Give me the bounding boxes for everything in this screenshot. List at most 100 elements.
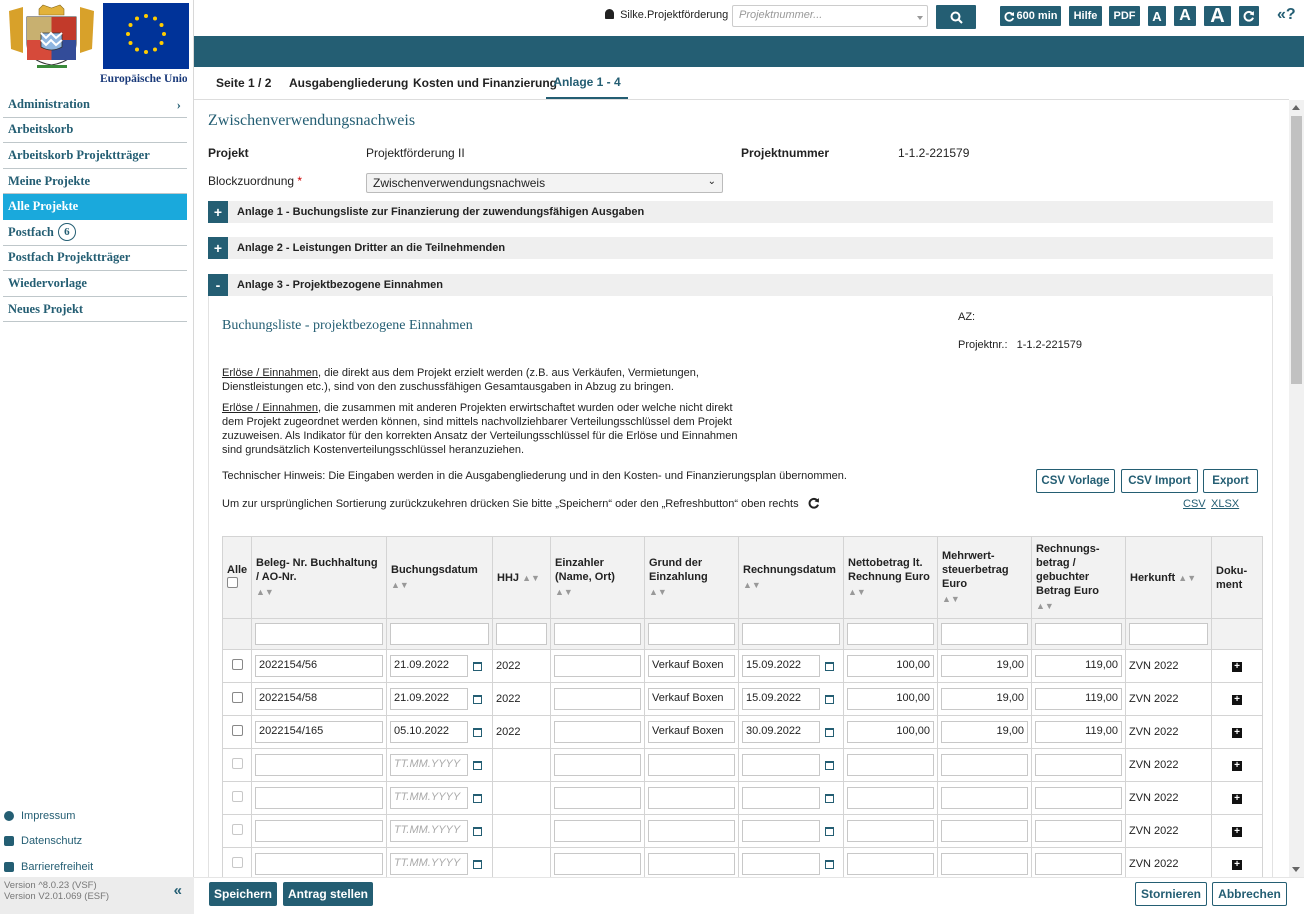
rechnungsdatum-input[interactable]: 30.09.2022 (742, 721, 820, 743)
col-header-buchungsdatum[interactable]: Buchungsdatum ▲▼ (386, 536, 493, 619)
abort-button[interactable]: Abbrechen (1212, 882, 1287, 906)
nettobetrag-input[interactable] (847, 820, 934, 842)
nettobetrag-input[interactable]: 100,00 (847, 688, 934, 710)
datenschutz-link[interactable]: Datenschutz (4, 829, 184, 855)
filter-einzahler-input[interactable] (554, 623, 641, 645)
col-header-hhj[interactable]: HHJ ▲▼ (492, 536, 551, 619)
calendar-icon[interactable] (825, 760, 834, 770)
tab-kosten-und-finanzierung[interactable]: Kosten und Finanzierung (413, 67, 557, 99)
tab-ausgabengliederung[interactable]: Ausgabengliederung (289, 67, 408, 99)
buchungsdatum-input[interactable]: TT.MM.YYYY (390, 820, 468, 842)
calendar-icon[interactable] (825, 694, 834, 704)
rechnungsdatum-input[interactable] (742, 787, 820, 809)
filter-hhj-input[interactable] (496, 623, 547, 645)
vertical-scrollbar[interactable] (1289, 100, 1304, 877)
session-timer-button[interactable]: 600 min (1000, 6, 1061, 26)
filter-netto-input[interactable] (847, 623, 934, 645)
filter-grund-input[interactable] (648, 623, 735, 645)
buchungsdatum-input[interactable]: 05.10.2022 (390, 721, 468, 743)
einzahler-input[interactable] (554, 655, 641, 677)
col-header-einzahler[interactable]: Einzahler (Name, Ort) ▲▼ (550, 536, 645, 619)
scroll-up-icon[interactable] (1292, 105, 1300, 110)
beleg-nr-input[interactable] (255, 787, 383, 809)
grund-einzahlung-input[interactable] (648, 754, 735, 776)
col-header-netto[interactable]: Nettobetrag lt. Rechnung Euro ▲▼ (843, 536, 938, 619)
scroll-thumb[interactable] (1291, 116, 1302, 384)
nettobetrag-input[interactable] (847, 787, 934, 809)
beleg-nr-input[interactable] (255, 853, 383, 875)
collapse-sidebar-button[interactable]: « (174, 883, 182, 898)
filter-herkunft-input[interactable] (1129, 623, 1208, 645)
einzahler-input[interactable] (554, 787, 641, 809)
submit-application-button[interactable]: Antrag stellen (283, 882, 373, 906)
mwst-betrag-input[interactable] (941, 820, 1028, 842)
accordion-anlage-2[interactable]: + Anlage 2 - Leistungen Dritter an die T… (208, 237, 1273, 259)
calendar-icon[interactable] (473, 694, 482, 704)
add-document-icon[interactable]: + (1232, 794, 1242, 804)
row-checkbox[interactable] (231, 692, 243, 703)
rechnungsbetrag-input[interactable]: 119,00 (1035, 655, 1122, 677)
mwst-betrag-input[interactable] (941, 787, 1028, 809)
row-checkbox[interactable] (231, 824, 243, 835)
filter-brutto-input[interactable] (1035, 623, 1122, 645)
row-checkbox[interactable] (231, 857, 243, 868)
grund-einzahlung-input[interactable]: Verkauf Boxen (648, 721, 735, 743)
beleg-nr-input[interactable]: 2022154/58 (255, 688, 383, 710)
einzahler-input[interactable] (554, 721, 641, 743)
select-all-checkbox[interactable] (227, 577, 238, 588)
font-size-large-button[interactable]: A (1204, 5, 1231, 27)
impressum-link[interactable]: Impressum (4, 803, 184, 829)
einzahler-input[interactable] (554, 820, 641, 842)
sidebar-item-postfach[interactable]: Postfach 6 (3, 220, 187, 246)
col-header-mwst[interactable]: Mehrwert-steuerbetrag Euro ▲▼ (937, 536, 1032, 619)
calendar-icon[interactable] (473, 793, 482, 803)
calendar-icon[interactable] (473, 826, 482, 836)
rechnungsdatum-input[interactable] (742, 820, 820, 842)
calendar-icon[interactable] (825, 661, 834, 671)
row-checkbox[interactable] (231, 659, 243, 670)
rechnungsbetrag-input[interactable] (1035, 853, 1122, 875)
barrierefreiheit-link[interactable]: Barrierefreiheit (4, 854, 184, 880)
calendar-icon[interactable] (473, 859, 482, 869)
scroll-down-icon[interactable] (1292, 867, 1300, 872)
nettobetrag-input[interactable]: 100,00 (847, 655, 934, 677)
calendar-icon[interactable] (473, 727, 482, 737)
rechnungsdatum-input[interactable] (742, 853, 820, 875)
sidebar-item-administration[interactable]: Administration › (3, 92, 187, 118)
blockzuordnung-select[interactable]: Zwischenverwendungsnachweis ⌄ (366, 173, 723, 193)
col-header-beleg[interactable]: Beleg- Nr. Buchhaltung / AO-Nr. ▲▼ (251, 536, 387, 619)
tab-anlage-1-4[interactable]: Anlage 1 - 4 (546, 67, 628, 99)
calendar-icon[interactable] (825, 859, 834, 869)
sidebar-item-arbeitskorb-projekttraeger[interactable]: Arbeitskorb Projektträger (3, 143, 187, 169)
mwst-betrag-input[interactable] (941, 754, 1028, 776)
col-header-grund[interactable]: Grund der Einzahlung ▲▼ (644, 536, 739, 619)
einzahler-input[interactable] (554, 754, 641, 776)
grund-einzahlung-input[interactable]: Verkauf Boxen (648, 688, 735, 710)
rechnungsbetrag-input[interactable] (1035, 787, 1122, 809)
sidebar-item-postfach-projekttraeger[interactable]: Postfach Projektträger (3, 246, 187, 272)
mwst-betrag-input[interactable]: 19,00 (941, 655, 1028, 677)
erloese-link[interactable]: Erlöse / Einnahmen (222, 402, 318, 414)
rechnungsbetrag-input[interactable]: 119,00 (1035, 721, 1122, 743)
export-csv-link[interactable]: CSV (1183, 498, 1206, 510)
row-checkbox[interactable] (231, 791, 243, 802)
add-document-icon[interactable]: + (1232, 827, 1242, 837)
nettobetrag-input[interactable]: 100,00 (847, 721, 934, 743)
mwst-betrag-input[interactable]: 19,00 (941, 721, 1028, 743)
refresh-button[interactable] (1239, 6, 1259, 26)
buchungsdatum-input[interactable]: TT.MM.YYYY (390, 853, 468, 875)
rechnungsdatum-input[interactable] (742, 754, 820, 776)
nettobetrag-input[interactable] (847, 754, 934, 776)
expand-help-button[interactable]: «? (1277, 6, 1296, 24)
nettobetrag-input[interactable] (847, 853, 934, 875)
sidebar-item-neues-projekt[interactable]: Neues Projekt (3, 297, 187, 323)
mwst-betrag-input[interactable] (941, 853, 1028, 875)
mwst-betrag-input[interactable]: 19,00 (941, 688, 1028, 710)
calendar-icon[interactable] (825, 826, 834, 836)
calendar-icon[interactable] (473, 661, 482, 671)
save-button[interactable]: Speichern (209, 882, 277, 906)
col-header-brutto[interactable]: Rechnungs-betrag / gebuchter Betrag Euro… (1031, 536, 1126, 619)
grund-einzahlung-input[interactable] (648, 787, 735, 809)
project-number-search-input[interactable]: Projektnummer... (732, 5, 928, 27)
sidebar-item-wiedervorlage[interactable]: Wiedervorlage (3, 271, 187, 297)
